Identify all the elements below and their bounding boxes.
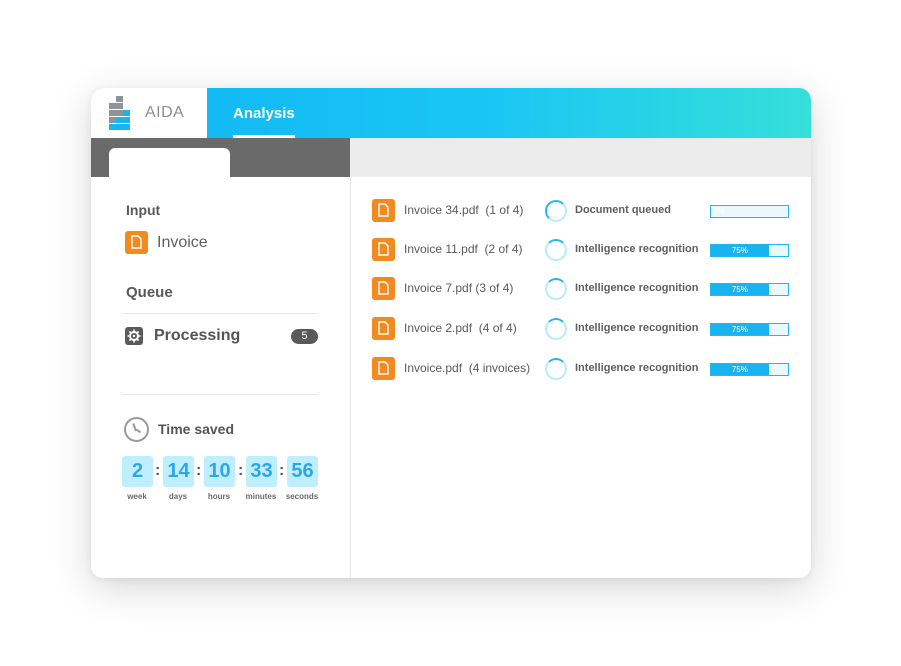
time-saved-label: Time saved: [158, 421, 235, 437]
clock-icon: [124, 417, 149, 442]
processing-label[interactable]: Processing: [154, 327, 240, 345]
spinner-icon: [545, 318, 567, 340]
input-title: Input: [126, 202, 161, 218]
time-separator: :: [238, 462, 244, 479]
spinner-icon: [545, 278, 567, 300]
time-week-value: 2: [122, 456, 153, 487]
file-icon: [372, 317, 395, 340]
document-status: Intelligence recognition: [575, 322, 699, 334]
input-item-label[interactable]: Invoice: [157, 234, 208, 252]
time-days-value: 14: [163, 456, 194, 487]
spinner-icon: [545, 358, 567, 380]
time-separator: :: [155, 462, 161, 479]
document-status: Intelligence recognition: [575, 362, 699, 374]
document-row[interactable]: Invoice 34.pdf (1 of 4) Document queued …: [372, 199, 792, 223]
time-separator: :: [196, 462, 202, 479]
sidebar-tab-strip: [91, 138, 350, 177]
document-row[interactable]: Invoice 2.pdf (4 of 4) Intelligence reco…: [372, 317, 792, 341]
document-name: Invoice 11.pdf (2 of 4): [404, 242, 523, 256]
time-minutes-unit: minutes: [245, 492, 277, 501]
progress-label: 0%: [713, 207, 725, 216]
document-name: Invoice 7.pdf (3 of 4): [404, 281, 514, 295]
tab-analysis[interactable]: Analysis: [233, 88, 295, 138]
tab-analysis-label: Analysis: [233, 104, 295, 122]
progress-label: 75%: [731, 246, 748, 255]
document-status: Intelligence recognition: [575, 243, 699, 255]
app-window: AIDA Analysis Input Invoice Queue Proces…: [91, 88, 811, 578]
content-toolbar-strip: [350, 138, 811, 177]
document-row[interactable]: Invoice.pdf (4 invoices) Intelligence re…: [372, 357, 792, 381]
processing-count-badge: 5: [291, 329, 318, 344]
document-name: Invoice 2.pdf (4 of 4): [404, 321, 517, 335]
progress-label: 75%: [731, 285, 748, 294]
file-icon: [372, 238, 395, 261]
document-row[interactable]: Invoice 11.pdf (2 of 4) Intelligence rec…: [372, 238, 792, 262]
document-status: Document queued: [575, 204, 671, 216]
time-divider: [122, 394, 318, 395]
time-separator: :: [279, 462, 285, 479]
document-name: Invoice.pdf (4 invoices): [404, 361, 531, 375]
file-icon: [125, 231, 148, 254]
queue-divider: [122, 313, 318, 314]
gear-icon: [125, 327, 143, 345]
file-icon: [372, 199, 395, 222]
panel-divider: [350, 177, 351, 578]
app-header: AIDA Analysis: [91, 88, 811, 138]
progress-bar: 75%: [710, 323, 789, 336]
progress-bar: 75%: [710, 283, 789, 296]
document-row[interactable]: Invoice 7.pdf (3 of 4) Intelligence reco…: [372, 277, 792, 301]
document-status: Intelligence recognition: [575, 282, 699, 294]
progress-label: 75%: [731, 365, 748, 374]
progress-bar: 0%: [710, 205, 789, 218]
aida-logo-icon: [109, 96, 134, 130]
time-minutes-value: 33: [246, 456, 277, 487]
spinner-icon: [545, 200, 567, 222]
time-days-unit: days: [168, 492, 188, 501]
time-hours-unit: hours: [207, 492, 231, 501]
logo[interactable]: AIDA: [91, 88, 207, 138]
time-seconds-unit: seconds: [285, 492, 319, 501]
document-name: Invoice 34.pdf (1 of 4): [404, 203, 524, 217]
file-icon: [372, 357, 395, 380]
file-icon: [372, 277, 395, 300]
logo-text: AIDA: [145, 104, 185, 121]
progress-bar: 75%: [710, 363, 789, 376]
queue-title: Queue: [126, 284, 173, 301]
sidebar-tab[interactable]: [109, 148, 230, 177]
time-week-unit: week: [127, 492, 147, 501]
time-seconds-value: 56: [287, 456, 318, 487]
spinner-icon: [545, 239, 567, 261]
progress-label: 75%: [731, 325, 748, 334]
progress-bar: 75%: [710, 244, 789, 257]
time-hours-value: 10: [204, 456, 235, 487]
